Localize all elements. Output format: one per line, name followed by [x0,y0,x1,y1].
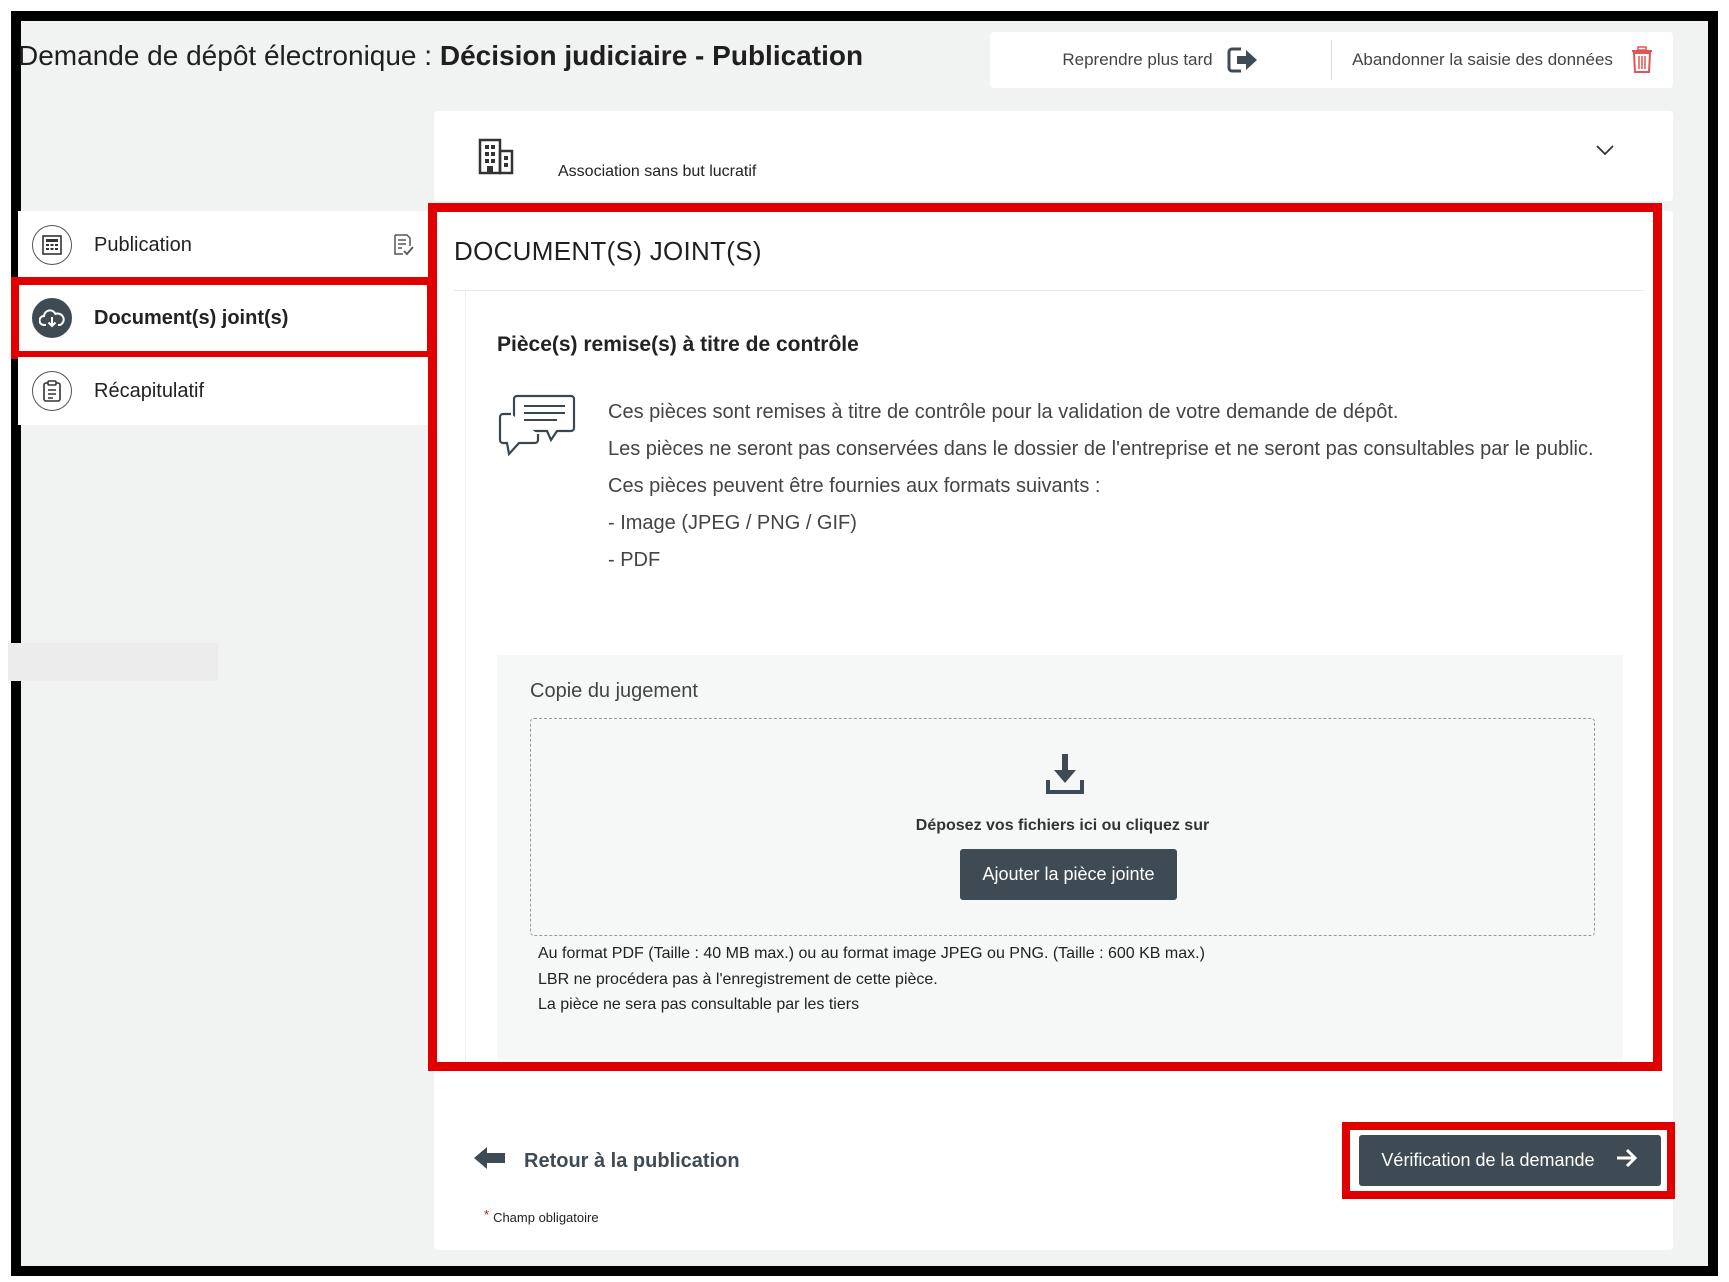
entity-label: Association sans but lucratif [558,163,757,180]
back-to-publication-link[interactable]: Retour à la publication [474,1146,740,1176]
required-star: * [484,1207,490,1222]
entity-selector[interactable]: Association sans but lucratif [434,111,1673,201]
clipboard-icon [32,371,72,411]
exit-arrow-icon [1227,46,1259,74]
resume-later-button[interactable]: Reprendre plus tard [990,40,1332,80]
card-title: Pièce(s) remise(s) à titre de contrôle [497,333,859,356]
info-line: - Image (JPEG / PNG / GIF) [608,512,857,534]
add-attachment-button[interactable]: Ajouter la pièce jointe [960,849,1177,900]
section-title: DOCUMENT(S) JOINT(S) [454,236,762,266]
required-field-note: * Champ obligatoire [484,1207,599,1225]
info-line: - PDF [608,549,661,571]
upload-note: LBR ne procédera pas à l'enregistrement … [538,971,938,988]
sidebar-item-label: Document(s) joint(s) [94,306,289,329]
back-label: Retour à la publication [524,1149,740,1172]
trash-icon [1631,46,1653,74]
sidebar-item-documents[interactable]: Document(s) joint(s) [11,277,435,359]
info-line: Les pièces ne seront pas conservées dans… [608,438,1594,460]
chat-bubbles-icon [497,392,577,465]
info-line: Ces pièces sont remises à titre de contr… [608,401,1399,423]
resume-later-label: Reprendre plus tard [1062,50,1213,69]
page-title-prefix: Demande de dépôt électronique : [18,40,440,71]
section-divider [454,290,1644,291]
sidebar-item-publication[interactable]: Publication [18,211,428,279]
abandon-button[interactable]: Abandonner la saisie des données [1332,32,1673,88]
required-label: Champ obligatoire [493,1210,599,1225]
upload-note: La pièce ne sera pas consultable par les… [538,996,860,1013]
page-title-bold: Décision judiciaire - Publication [439,40,864,71]
page-title: Demande de dépôt électronique : Décision… [18,40,863,72]
steps-sidebar: Publication Document(s) joint(s) Récapit… [11,211,435,430]
cloud-upload-icon [32,298,72,338]
building-icon [477,137,515,180]
verify-label: Vérification de la demande [1381,1150,1595,1170]
drop-instructions: Déposez vos fichiers ici ou cliquez sur [915,817,1210,834]
verify-request-button[interactable]: Vérification de la demande [1359,1135,1661,1186]
upload-note: Au format PDF (Taille : 40 MB max.) ou a… [538,945,1205,962]
arrow-right-icon [1615,1147,1639,1174]
edit-check-icon [392,233,414,262]
sidebar-item-recap[interactable]: Récapitulatif [18,357,428,425]
sidebar-item-label: Publication [94,233,192,256]
abandon-label: Abandonner la saisie des données [1352,50,1613,69]
download-icon [1045,752,1085,801]
chevron-down-icon[interactable] [1595,143,1615,161]
sidebar-item-label: Récapitulatif [94,379,205,402]
upload-notes: Au format PDF (Taille : 40 MB max.) ou a… [538,941,1205,1017]
info-text: Ces pièces sont remises à titre de contr… [608,396,1618,581]
sidebar-placeholder [8,643,218,681]
arrow-left-icon [474,1146,506,1176]
upload-label: Copie du jugement [530,680,698,702]
info-line: Ces pièces peuvent être fournies aux for… [608,475,1101,497]
calculator-icon [32,225,72,265]
header-actions: Reprendre plus tard Abandonner la saisie… [990,32,1673,88]
